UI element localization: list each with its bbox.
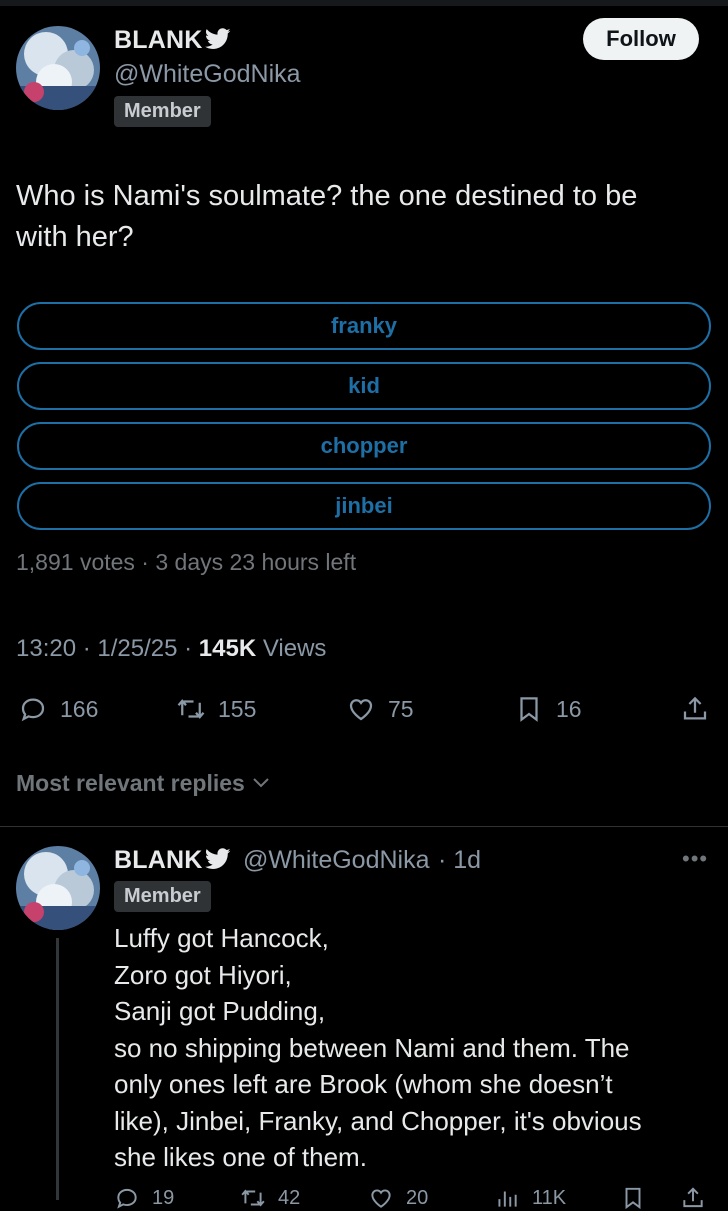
reply-icon <box>117 1188 137 1209</box>
views-count: 145K <box>198 635 257 662</box>
bookmark-icon <box>625 1187 641 1210</box>
reply-author-handle[interactable]: @WhiteGodNika <box>243 846 430 874</box>
tweet-text-line: with her? <box>16 221 134 253</box>
repost-icon <box>177 699 205 719</box>
thread-line <box>56 938 59 1200</box>
verified-bird-icon <box>204 848 231 869</box>
reply-age: · 1d <box>437 846 482 874</box>
like-action[interactable]: 75 <box>346 694 414 724</box>
repost-count: 155 <box>218 695 257 722</box>
poll-option-chopper[interactable]: chopper <box>17 422 711 470</box>
reply-line: Luffy got Hancock, <box>114 923 329 953</box>
like-icon <box>371 1189 391 1208</box>
views-label: Views <box>256 635 327 662</box>
reply-line: she likes one of them. <box>114 1142 367 1172</box>
poll-option-kid[interactable]: kid <box>17 362 711 410</box>
reply-views-action[interactable]: 11K <box>494 1185 566 1211</box>
reply-reply-action[interactable]: 19 <box>114 1185 174 1211</box>
reply-line: like), Jinbei, Franky, and Chopper, it's… <box>114 1105 642 1136</box>
poll-option-jinbei[interactable]: jinbei <box>17 482 711 530</box>
bookmark-icon <box>520 697 538 722</box>
reply-repost-action[interactable]: 42 <box>240 1185 300 1211</box>
repost-action[interactable]: 155 <box>176 694 256 724</box>
reply-text: Luffy got Hancock, Zoro got Hiyori, Sanj… <box>114 920 642 1176</box>
reply-bookmark-action[interactable] <box>620 1185 658 1211</box>
member-badge: Member <box>114 96 211 127</box>
reply-icon <box>21 698 45 722</box>
reply-count: 166 <box>60 695 99 722</box>
section-divider <box>0 826 728 827</box>
more-options-icon[interactable]: ••• <box>682 846 708 872</box>
views-icon <box>498 1191 517 1207</box>
reply-member-badge: Member <box>114 881 211 912</box>
reply-like-count: 20 <box>406 1186 429 1209</box>
reply-reply-count: 19 <box>152 1186 175 1209</box>
follow-button[interactable]: Follow <box>583 18 699 60</box>
like-icon <box>349 699 373 721</box>
author-avatar[interactable] <box>16 26 100 110</box>
bookmark-action[interactable]: 16 <box>514 694 582 724</box>
reply-line: only ones left are Brook (whom she doesn… <box>114 1069 613 1099</box>
reply-like-action[interactable]: 20 <box>368 1185 428 1211</box>
tweet-text-line: Who is Nami's soulmate? the one destined… <box>16 180 638 212</box>
author-name-row: BLANK <box>114 26 231 55</box>
reply-action[interactable]: 166 <box>18 694 98 724</box>
reply-views-count: 11K <box>532 1186 567 1209</box>
reply-repost-count: 42 <box>278 1186 301 1209</box>
poll-option-franky[interactable]: franky <box>17 302 711 350</box>
reply-author-name[interactable]: BLANK <box>114 846 203 874</box>
reply-line: so no shipping between Nami and them. Th… <box>114 1032 630 1063</box>
repost-icon <box>241 1189 265 1207</box>
chevron-down-icon <box>253 778 269 788</box>
tweet-timestamp: 13:20 · 1/25/25 · 145K Views <box>16 635 326 663</box>
reply-header-row: BLANK @WhiteGodNika · 1d <box>114 846 481 875</box>
replies-sort-dropdown[interactable]: Most relevant replies <box>16 770 271 797</box>
verified-bird-icon <box>204 28 231 49</box>
reply-author-avatar[interactable] <box>16 846 100 930</box>
reply-share-action[interactable] <box>680 1185 718 1211</box>
poll-summary: 1,891 votes · 3 days 23 hours left <box>16 549 357 575</box>
tweet-time[interactable]: 13:20 · 1/25/25 · <box>16 635 199 662</box>
top-divider <box>0 0 728 6</box>
bookmark-count: 16 <box>556 695 582 722</box>
reply-line: Zoro got Hiyori, <box>114 959 292 990</box>
replies-sort-label: Most relevant replies <box>16 770 245 796</box>
share-action[interactable] <box>680 694 722 724</box>
share-icon <box>683 696 707 720</box>
author-name[interactable]: BLANK <box>114 26 203 54</box>
tweet-text: Who is Nami's soulmate? the one destined… <box>16 176 637 258</box>
like-count: 75 <box>388 695 414 722</box>
author-handle[interactable]: @WhiteGodNika <box>114 60 301 89</box>
share-icon <box>683 1187 703 1208</box>
reply-line: Sanji got Pudding, <box>114 996 326 1026</box>
